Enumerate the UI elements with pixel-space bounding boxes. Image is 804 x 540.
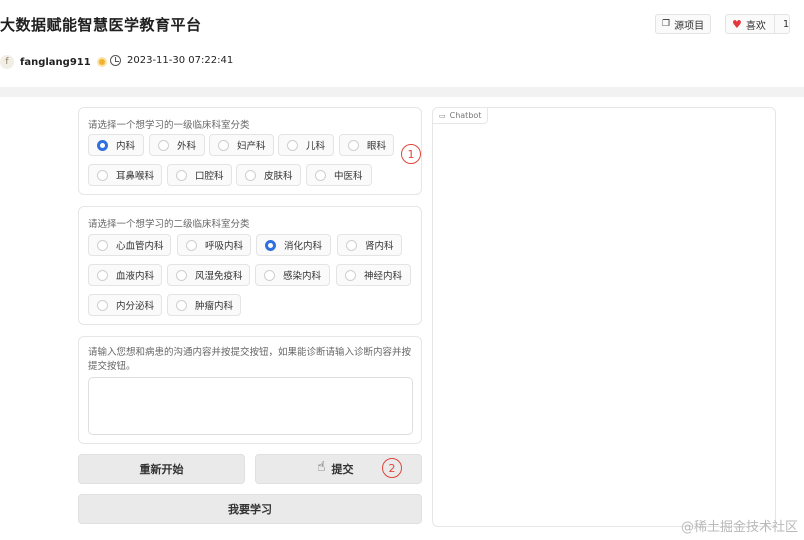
radio-dot xyxy=(176,269,187,281)
radio-option[interactable]: 内分泌科 xyxy=(88,294,162,316)
radio-option[interactable]: 肿瘤内科 xyxy=(167,294,241,316)
page-title: 大数据赋能智慧医学教育平台 xyxy=(0,16,202,34)
option-label: 心血管内科 xyxy=(116,241,164,252)
radio-option[interactable]: 感染内科 xyxy=(255,264,330,286)
option-label: 耳鼻喉科 xyxy=(116,171,155,182)
page: 大数据赋能智慧医学教育平台 ❐ 源项目 ♥ 喜欢 1 f fanglang911… xyxy=(0,0,804,540)
option-label: 内科 xyxy=(116,141,136,152)
primary-department-group: 请选择一个想学习的一级临床科室分类 内科 外科 妇产科 儿科 眼科 1 耳鼻喉科… xyxy=(78,107,422,195)
source-project-button[interactable]: ❐ 源项目 xyxy=(655,14,712,34)
timestamp-info: 2023-11-30 07:22:41 xyxy=(110,55,233,66)
timestamp: 2023-11-30 07:22:41 xyxy=(127,55,234,66)
secondary-department-label: 请选择一个想学习的二级临床科室分类 xyxy=(88,219,250,230)
avatar: f xyxy=(0,55,14,69)
clock-icon xyxy=(110,55,121,66)
like-button[interactable]: ♥ 喜欢 1 xyxy=(725,14,791,34)
restart-button[interactable]: 重新开始 xyxy=(78,454,245,484)
radio-option[interactable]: 儿科 xyxy=(278,134,334,156)
radio-option[interactable]: 内科 xyxy=(88,134,144,156)
radio-dot xyxy=(287,139,298,151)
option-label: 神经内科 xyxy=(364,271,403,282)
radio-option[interactable]: 妇产科 xyxy=(209,134,274,156)
radio-option[interactable]: 肾内科 xyxy=(337,234,402,256)
secondary-department-group: 请选择一个想学习的二级临床科室分类 心血管内科 呼吸内科 消化内科 肾内科 血液… xyxy=(78,206,422,325)
message-textarea[interactable] xyxy=(88,377,413,435)
radio-option[interactable]: 心血管内科 xyxy=(88,234,171,256)
chat-icon: ▭ xyxy=(439,111,446,120)
radio-option[interactable]: 眼科 xyxy=(339,134,394,156)
author-name[interactable]: fanglang911 xyxy=(20,57,91,68)
option-label: 肾内科 xyxy=(365,241,394,252)
option-label: 儿科 xyxy=(306,141,326,152)
radio-option[interactable]: 神经内科 xyxy=(336,264,411,286)
radio-option[interactable]: 中医科 xyxy=(306,164,372,186)
radio-dot xyxy=(158,139,169,151)
radio-dot xyxy=(176,169,187,181)
heart-icon: ♥ xyxy=(732,17,742,31)
radio-dot xyxy=(218,139,229,151)
submit-label: 提交 xyxy=(331,463,354,476)
message-input-group: 请输入您想和病患的沟通内容并按提交按钮，如果能诊断请输入诊断内容并按提交按钮。 xyxy=(78,336,422,444)
radio-dot xyxy=(186,239,197,251)
radio-dot xyxy=(97,139,108,151)
primary-department-label: 请选择一个想学习的一级临床科室分类 xyxy=(88,120,250,131)
option-label: 风湿免疫科 xyxy=(195,271,243,282)
option-label: 消化内科 xyxy=(284,241,323,252)
like-count: 1 xyxy=(773,15,789,33)
radio-dot xyxy=(346,239,357,251)
option-label: 呼吸内科 xyxy=(205,241,244,252)
radio-option[interactable]: 血液内科 xyxy=(88,264,162,286)
radio-dot xyxy=(97,239,108,251)
radio-option[interactable]: 耳鼻喉科 xyxy=(88,164,162,186)
source-project-label: 源项目 xyxy=(674,20,705,32)
radio-option[interactable]: 皮肤科 xyxy=(236,164,301,186)
radio-dot xyxy=(315,169,326,181)
radio-dot xyxy=(265,239,276,251)
radio-dot xyxy=(264,269,275,281)
annotation-marker: 2 xyxy=(382,458,402,478)
option-label: 外科 xyxy=(177,141,197,152)
option-label: 皮肤科 xyxy=(264,171,293,182)
author-info: f fanglang911 xyxy=(0,55,107,69)
radio-dot xyxy=(348,139,359,151)
chatbot-tag: ▭ Chatbot xyxy=(433,108,489,124)
option-label: 妇产科 xyxy=(237,141,266,152)
divider xyxy=(0,87,804,97)
option-label: 感染内科 xyxy=(283,271,322,282)
option-label: 肿瘤内科 xyxy=(195,301,234,312)
radio-dot xyxy=(97,169,108,181)
option-label: 血液内科 xyxy=(116,271,155,282)
like-label: 喜欢 xyxy=(745,20,766,32)
radio-option[interactable]: 口腔科 xyxy=(167,164,232,186)
hand-cursor-icon: ☝ xyxy=(317,459,326,475)
radio-dot xyxy=(176,299,187,311)
radio-option[interactable]: 风湿免疫科 xyxy=(167,264,250,286)
watermark: @稀土掘金技术社区 xyxy=(680,520,798,535)
annotation-marker: 1 xyxy=(401,144,421,164)
option-label: 内分泌科 xyxy=(116,301,155,312)
learn-button[interactable]: 我要学习 xyxy=(78,494,422,524)
chatbot-label: Chatbot xyxy=(449,111,482,120)
message-input-label: 请输入您想和病患的沟通内容并按提交按钮，如果能诊断请输入诊断内容并按提交按钮。 xyxy=(88,347,412,372)
radio-dot xyxy=(97,299,108,311)
radio-option[interactable]: 外科 xyxy=(149,134,205,156)
radio-option[interactable]: 消化内科 xyxy=(256,234,331,256)
radio-dot xyxy=(245,169,256,181)
radio-option[interactable]: 呼吸内科 xyxy=(177,234,251,256)
option-label: 中医科 xyxy=(334,171,363,182)
copy-icon: ❐ xyxy=(662,19,671,29)
verified-badge-icon xyxy=(96,57,107,67)
radio-dot xyxy=(345,269,356,281)
option-label: 眼科 xyxy=(367,141,387,152)
radio-dot xyxy=(97,269,108,281)
option-label: 口腔科 xyxy=(195,171,224,182)
chatbot-panel[interactable]: ▭ Chatbot xyxy=(432,107,776,527)
